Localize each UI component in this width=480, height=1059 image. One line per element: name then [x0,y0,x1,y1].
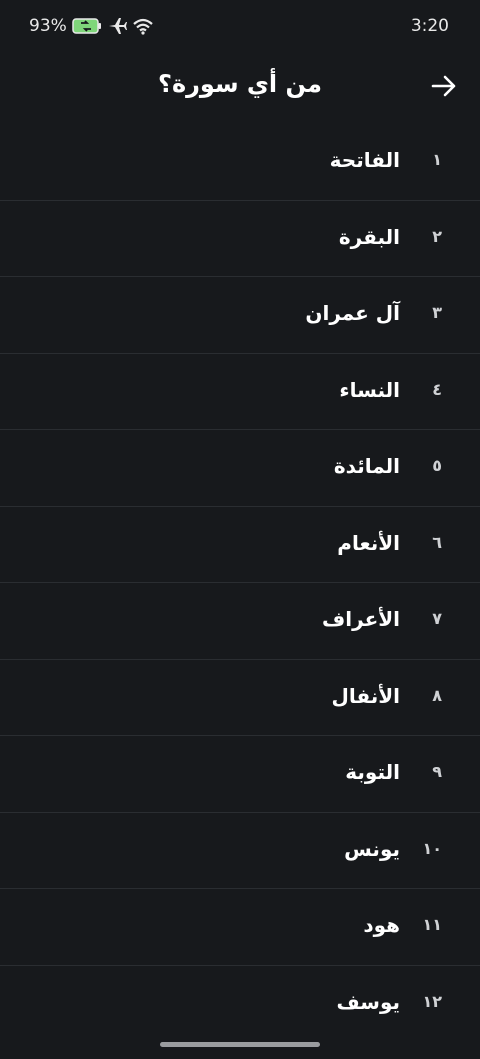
list-item[interactable]: ٨ الأنفال [0,660,480,736]
status-left: 93% [29,16,154,36]
list-item[interactable]: ٤ النساء [0,354,480,430]
list-item[interactable]: ٢ البقرة [0,201,480,277]
list-item[interactable]: ٧ الأعراف [0,583,480,660]
surah-number: ٥ [432,456,442,475]
surah-number: ٣ [432,303,442,322]
list-item[interactable]: ١٠ يونس [0,813,480,889]
airplane-icon [107,17,127,35]
surah-number: ٦ [432,532,442,552]
list-item[interactable]: ٣ آل عمران [0,277,480,354]
surah-name: المائدة [333,454,400,478]
surah-name: التوبة [345,760,400,784]
surah-number: ٩ [432,762,442,781]
surah-name: يونس [344,836,400,861]
surah-name: آل عمران [305,301,400,325]
page-title: من أي سورة؟ [158,70,322,98]
surah-number: ١٢ [422,991,442,1011]
status-time: 3:20 [410,16,449,36]
surah-name: الأعراف [322,607,400,631]
surah-number: ١١ [422,915,442,934]
list-item[interactable]: ٩ التوبة [0,736,480,813]
surah-name: الأنفال [331,683,400,708]
surah-number: ١٠ [422,838,442,858]
surah-name: يوسف [336,989,400,1014]
surah-list: ١ الفاتحة ٢ البقرة ٣ آل عمران ٤ النساء ٥… [0,124,480,1042]
surah-number: ٨ [432,685,442,705]
surah-number: ٢ [432,226,442,246]
surah-name: هود [363,913,400,937]
list-item[interactable]: ٥ المائدة [0,430,480,507]
home-indicator[interactable] [160,1042,320,1047]
surah-name: الأنعام [337,530,400,555]
screen: 93% 3:20 من أي سورة؟ ١ الفاتحة ٢ البقرة … [0,0,480,1059]
list-item[interactable]: ١ الفاتحة [0,124,480,201]
surah-name: البقرة [338,224,400,249]
list-item[interactable]: ١١ هود [0,889,480,966]
list-item[interactable]: ٦ الأنعام [0,507,480,583]
back-button[interactable] [430,72,458,100]
surah-number: ١ [432,150,442,169]
status-bar: 93% 3:20 [0,0,480,56]
surah-number: ٧ [432,609,442,628]
wifi-icon [132,17,154,35]
surah-name: النساء [339,377,400,402]
battery-charging-icon [72,18,102,34]
header: من أي سورة؟ [0,58,480,118]
list-item[interactable]: ١٢ يوسف [0,966,480,1043]
arrow-right-icon [430,75,458,104]
surah-name: الفاتحة [329,148,400,172]
battery-percent: 93% [29,16,67,36]
surah-number: ٤ [432,379,442,399]
